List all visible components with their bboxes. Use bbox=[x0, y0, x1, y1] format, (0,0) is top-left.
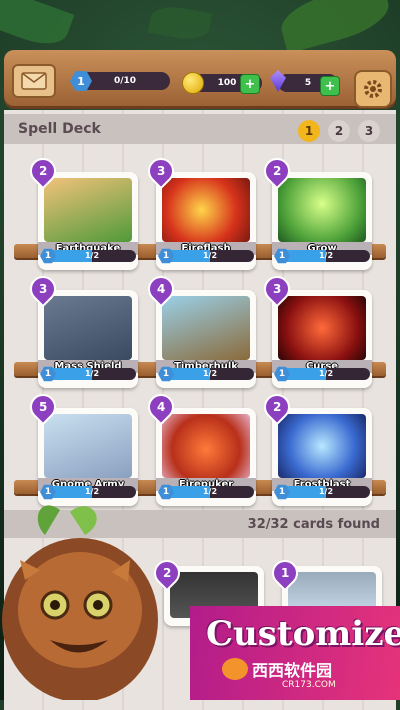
watermark-text: 西西软件园 bbox=[252, 661, 333, 680]
card-art bbox=[278, 296, 366, 360]
page-number: 1 bbox=[304, 124, 314, 138]
card-progress-bar: 1/2 bbox=[166, 486, 254, 498]
card-progress-bar: 1/2 bbox=[166, 368, 254, 380]
plus-icon: + bbox=[324, 78, 336, 94]
card-progress-text: 1/2 bbox=[84, 487, 100, 496]
spell-deck-title: Spell Deck bbox=[18, 121, 101, 137]
deck-page-2-button[interactable]: 2 bbox=[328, 120, 350, 142]
card-art bbox=[44, 178, 132, 242]
buy-gems-button[interactable]: + bbox=[320, 76, 340, 96]
card-progress-text: 1/2 bbox=[318, 251, 334, 260]
card-progress-text: 1/2 bbox=[84, 251, 100, 260]
mana-cost-value: 2 bbox=[272, 164, 282, 179]
card-art bbox=[162, 296, 250, 360]
card-progress-bar: 1/2 bbox=[48, 368, 136, 380]
card-level-value: 1 bbox=[278, 487, 286, 497]
gear-icon bbox=[364, 80, 382, 98]
card-progress-text: 1/2 bbox=[202, 487, 218, 496]
promo-title: Customize bbox=[206, 614, 400, 654]
xp-progress-pill: 0/10 bbox=[80, 72, 170, 90]
card-progress-text: 1/2 bbox=[318, 369, 334, 378]
background-leaf bbox=[275, 0, 395, 54]
mail-button[interactable] bbox=[12, 64, 56, 98]
player-level-text: 1 bbox=[77, 74, 85, 88]
tree-creature-mascot bbox=[2, 505, 158, 700]
card-progress-bar: 1/2 bbox=[166, 250, 254, 262]
mana-cost-value: 2 bbox=[38, 164, 48, 179]
card-art bbox=[278, 414, 366, 478]
card-progress-text: 1/2 bbox=[202, 251, 218, 260]
card-level-value: 1 bbox=[44, 369, 52, 379]
xp-progress-text: 0/10 bbox=[113, 76, 137, 86]
card-art bbox=[278, 178, 366, 242]
card-progress-bar: 1/2 bbox=[282, 250, 370, 262]
page-number: 2 bbox=[334, 124, 344, 138]
coin-icon bbox=[182, 72, 204, 94]
mana-cost-value: 4 bbox=[156, 282, 166, 297]
envelope-icon bbox=[21, 72, 47, 90]
card-progress-bar: 1/2 bbox=[48, 250, 136, 262]
card-progress-bar: 1/2 bbox=[48, 486, 136, 498]
deck-page-1-button[interactable]: 1 bbox=[298, 120, 320, 142]
card-art bbox=[162, 414, 250, 478]
cards-found-text: 32/32 cards found bbox=[247, 516, 380, 532]
background-leaf bbox=[0, 0, 75, 53]
card-level-value: 1 bbox=[44, 487, 52, 497]
card-progress-bar: 1/2 bbox=[282, 486, 370, 498]
watermark-url: CR173.COM bbox=[282, 680, 336, 690]
card-progress-bar: 1/2 bbox=[282, 368, 370, 380]
site-watermark: 西西软件园 bbox=[222, 656, 392, 682]
buy-coins-button[interactable]: + bbox=[240, 74, 260, 94]
settings-button[interactable] bbox=[354, 70, 392, 108]
plus-icon: + bbox=[244, 76, 256, 92]
mana-cost-value: 4 bbox=[156, 400, 166, 415]
mana-cost-value: 2 bbox=[272, 400, 282, 415]
mana-cost-value: 3 bbox=[156, 164, 166, 179]
card-level-value: 1 bbox=[162, 369, 170, 379]
card-level-value: 1 bbox=[278, 369, 286, 379]
gems-amount: 5 bbox=[304, 78, 312, 88]
card-art bbox=[44, 414, 132, 478]
card-level-value: 1 bbox=[278, 251, 286, 261]
card-level-value: 1 bbox=[162, 487, 170, 497]
mana-cost-value: 3 bbox=[38, 282, 48, 297]
background-leaf bbox=[147, 3, 213, 43]
card-art bbox=[162, 178, 250, 242]
mana-cost-value: 3 bbox=[272, 282, 282, 297]
card-level-value: 1 bbox=[162, 251, 170, 261]
card-level-value: 1 bbox=[44, 251, 52, 261]
card-art bbox=[44, 296, 132, 360]
card-progress-text: 1/2 bbox=[318, 487, 334, 496]
deck-page-3-button[interactable]: 3 bbox=[358, 120, 380, 142]
card-progress-text: 1/2 bbox=[202, 369, 218, 378]
coins-amount: 100 bbox=[217, 78, 237, 88]
mana-cost-value: 5 bbox=[38, 400, 48, 415]
page-number: 3 bbox=[364, 124, 374, 138]
watermark-logo-icon bbox=[222, 658, 248, 680]
card-progress-text: 1/2 bbox=[84, 369, 100, 378]
